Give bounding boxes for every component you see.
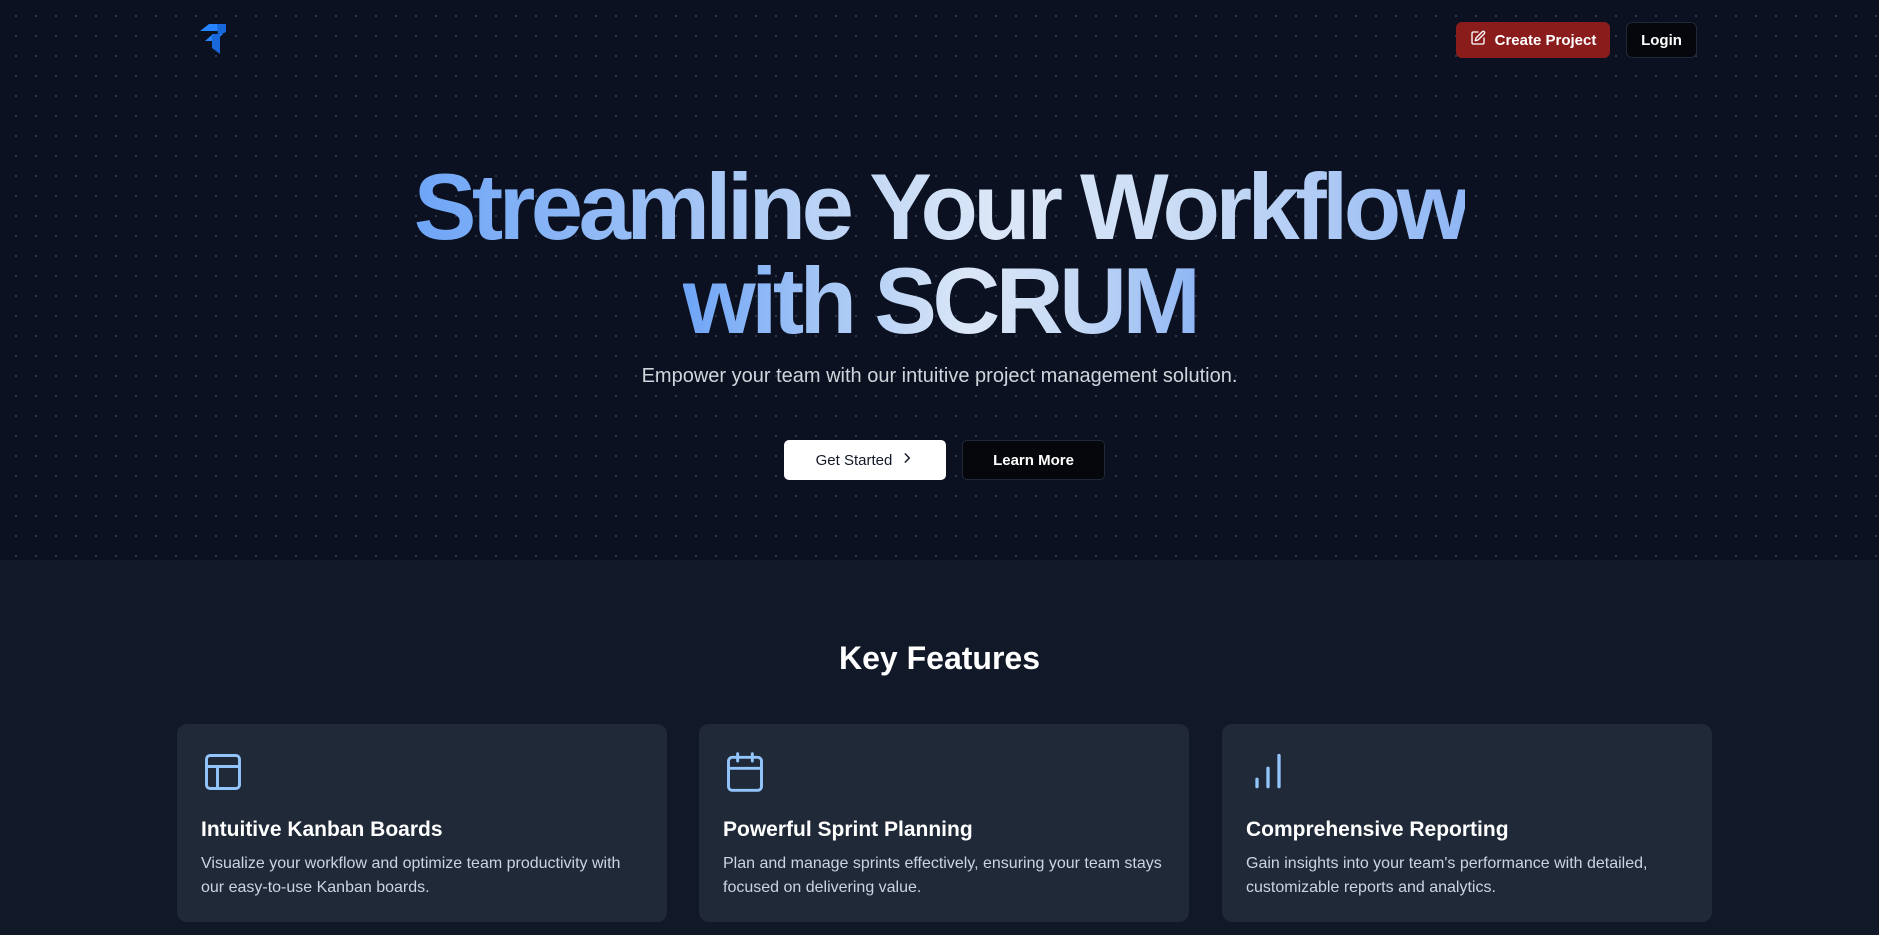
create-project-button[interactable]: Create Project (1456, 22, 1610, 58)
headline-line-2: with SCRUM (682, 248, 1201, 353)
feature-card-title: Intuitive Kanban Boards (201, 818, 443, 841)
hero-section: Create Project Login Streamline Your Wor… (0, 0, 1879, 560)
hero-subtitle: Empower your team with our intuitive pro… (641, 365, 1238, 387)
feature-card-sprint: Powerful Sprint Planning Plan and manage… (699, 724, 1189, 922)
features-section: Key Features Intuitive Kanban Boards Vis… (0, 560, 1879, 935)
headline-line-1: Streamline Your Workflow (413, 154, 1470, 259)
features-title: Key Features (839, 640, 1040, 676)
bar-chart-icon (1246, 750, 1290, 794)
feature-card-description: Plan and manage sprints effectively, ens… (723, 855, 1162, 896)
feature-card-kanban: Intuitive Kanban Boards Visualize your w… (177, 724, 667, 922)
layout-icon (201, 750, 245, 794)
create-project-label: Create Project (1494, 31, 1597, 49)
navbar: Create Project Login (0, 0, 1879, 80)
edit-icon (1470, 30, 1486, 50)
chevron-right-icon (900, 451, 914, 469)
calendar-icon (723, 750, 767, 794)
feature-card-title: Powerful Sprint Planning (723, 818, 973, 841)
login-button[interactable]: Login (1626, 22, 1697, 58)
feature-card-reporting: Comprehensive Reporting Gain insights in… (1222, 724, 1712, 922)
get-started-label: Get Started (815, 451, 893, 469)
feature-card-title: Comprehensive Reporting (1246, 818, 1509, 841)
feature-card-description: Gain insights into your team's performan… (1246, 855, 1648, 896)
jira-logo-icon[interactable] (196, 22, 230, 56)
hero-headline: Streamline Your Workflow with SCRUM (0, 160, 1879, 348)
get-started-button[interactable]: Get Started (784, 440, 946, 480)
learn-more-button[interactable]: Learn More (962, 440, 1105, 480)
feature-card-description: Visualize your workflow and optimize tea… (201, 855, 621, 896)
